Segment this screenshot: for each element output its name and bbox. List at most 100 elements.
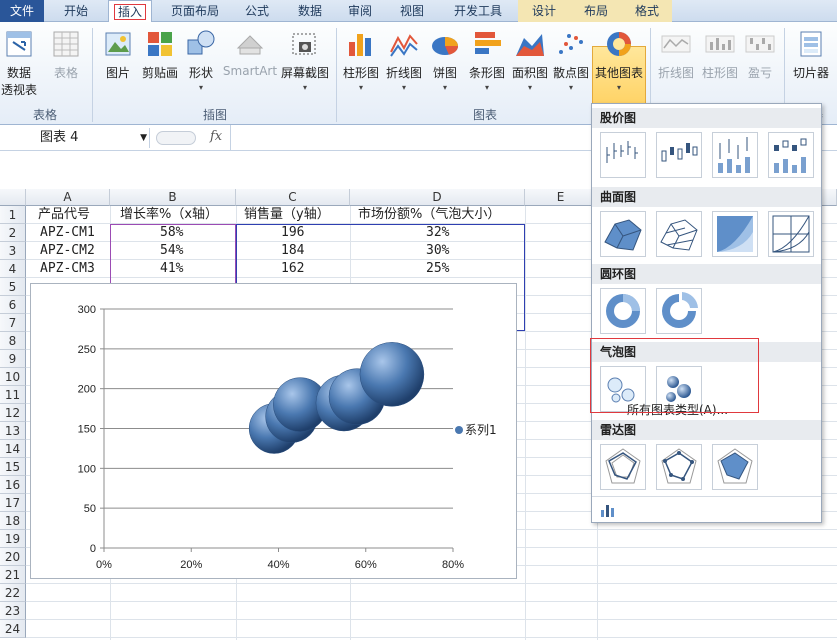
row-header-2[interactable]: 2 <box>0 224 26 242</box>
row-header-23[interactable]: 23 <box>0 602 26 620</box>
other-charts-button[interactable]: 其他图表 ▾ <box>592 28 646 92</box>
shapes-button[interactable]: 形状 ▾ <box>184 28 218 92</box>
surface-chart-option-4[interactable] <box>768 211 814 257</box>
tab-layout[interactable]: 布局 <box>570 0 622 22</box>
tab-file[interactable]: 文件 <box>0 0 44 22</box>
row-header-18[interactable]: 18 <box>0 512 26 530</box>
area-chart-button[interactable]: 面积图 ▾ <box>510 28 550 92</box>
tab-insert[interactable]: 插入 <box>108 0 152 23</box>
row-header-9[interactable]: 9 <box>0 350 26 368</box>
row-header-7[interactable]: 7 <box>0 314 26 332</box>
surface-3d-icon <box>604 219 642 251</box>
smartart-button[interactable]: SmartArt <box>222 28 278 78</box>
row-header-22[interactable]: 22 <box>0 584 26 602</box>
tab-review[interactable]: 审阅 <box>338 0 382 22</box>
row-header-6[interactable]: 6 <box>0 296 26 314</box>
slicer-button[interactable]: 切片器 <box>788 28 834 81</box>
row-header-5[interactable]: 5 <box>0 278 26 296</box>
chevron-down-icon: ▾ <box>401 83 406 92</box>
header-product-code[interactable]: 产品代号 <box>38 206 90 224</box>
screenshot-button[interactable]: 屏幕截图 ▾ <box>280 28 330 92</box>
column-chart-button[interactable]: 柱形图 ▾ <box>340 28 382 92</box>
row-header-17[interactable]: 17 <box>0 494 26 512</box>
row-header-8[interactable]: 8 <box>0 332 26 350</box>
row-header-15[interactable]: 15 <box>0 458 26 476</box>
picture-label: 图片 <box>105 66 130 80</box>
sparkline-winloss-button[interactable]: 盈亏 <box>742 28 778 81</box>
row-header-4[interactable]: 4 <box>0 260 26 278</box>
radar-chart-option-3[interactable] <box>712 444 758 490</box>
pie-chart-button[interactable]: 饼图 ▾ <box>428 28 462 92</box>
row-header-20[interactable]: 20 <box>0 548 26 566</box>
column-chart-icon <box>349 34 371 56</box>
radar-chart-option-2[interactable] <box>656 444 702 490</box>
row-header-19[interactable]: 19 <box>0 530 26 548</box>
header-market-share[interactable]: 市场份额%（气泡大小） <box>358 206 500 224</box>
row-header-12[interactable]: 12 <box>0 404 26 422</box>
row-header-16[interactable]: 16 <box>0 476 26 494</box>
popup-divider <box>592 496 821 497</box>
formula-collapse-handle[interactable] <box>156 131 196 145</box>
stock-chart-option-1[interactable] <box>600 132 646 178</box>
surface-chart-option-3[interactable] <box>712 211 758 257</box>
contour-wireframe-icon <box>772 215 810 253</box>
column-header-a[interactable]: A <box>26 189 110 206</box>
row-header-14[interactable]: 14 <box>0 440 26 458</box>
column-header-c[interactable]: C <box>236 189 350 206</box>
tab-view[interactable]: 视图 <box>386 0 438 22</box>
tab-home[interactable]: 开始 <box>50 0 102 22</box>
cell-a4[interactable]: APZ-CM3 <box>40 260 95 278</box>
clipart-button[interactable]: 剪贴画 <box>139 28 181 81</box>
radar-chart-option-1[interactable] <box>600 444 646 490</box>
shapes-icon <box>187 30 215 55</box>
section-stock: 股价图 <box>592 108 821 128</box>
stock-chart-option-4[interactable] <box>768 132 814 178</box>
pivot-table-button[interactable]: 数据 透视表 <box>0 28 38 98</box>
row-header-13[interactable]: 13 <box>0 422 26 440</box>
sparkline-column-button[interactable]: 柱形图 <box>698 28 742 81</box>
name-box[interactable]: 图表 4 ▼ <box>0 128 150 148</box>
stock-hlc-icon <box>606 141 638 163</box>
tab-page-layout[interactable]: 页面布局 <box>160 0 230 22</box>
stock-chart-option-3[interactable] <box>712 132 758 178</box>
row-header-10[interactable]: 10 <box>0 368 26 386</box>
row-header-1[interactable]: 1 <box>0 206 26 224</box>
row-header-3[interactable]: 3 <box>0 242 26 260</box>
surface-chart-option-2[interactable] <box>656 211 702 257</box>
scatter-chart-icon <box>559 34 583 54</box>
tab-design[interactable]: 设计 <box>518 0 570 22</box>
pie-chart-label: 饼图 <box>432 66 457 80</box>
column-header-b[interactable]: B <box>110 189 236 206</box>
group-separator <box>336 28 337 122</box>
fx-icon[interactable]: fx <box>210 129 222 144</box>
cell-a2[interactable]: APZ-CM1 <box>40 224 95 242</box>
doughnut-chart-option-1[interactable] <box>600 288 646 334</box>
picture-button[interactable]: 图片 <box>98 28 138 81</box>
header-growth-rate[interactable]: 增长率%（x轴） <box>120 206 218 224</box>
header-sales[interactable]: 销售量（y轴） <box>244 206 330 224</box>
sparkline-column-label: 柱形图 <box>701 66 738 80</box>
tab-format[interactable]: 格式 <box>622 0 672 22</box>
doughnut-icon <box>606 294 640 328</box>
line-chart-button[interactable]: 折线图 ▾ <box>383 28 425 92</box>
bar-chart-button[interactable]: 条形图 ▾ <box>466 28 508 92</box>
chevron-down-icon[interactable]: ▼ <box>140 128 147 148</box>
tab-developer[interactable]: 开发工具 <box>444 0 512 22</box>
stock-chart-option-2[interactable] <box>656 132 702 178</box>
row-header-11[interactable]: 11 <box>0 386 26 404</box>
tab-data[interactable]: 数据 <box>284 0 336 22</box>
tab-formulas[interactable]: 公式 <box>232 0 282 22</box>
row-header-24[interactable]: 24 <box>0 620 26 638</box>
sparkline-line-button[interactable]: 折线图 <box>654 28 698 81</box>
column-header-d[interactable]: D <box>350 189 525 206</box>
cell-a3[interactable]: APZ-CM2 <box>40 242 95 260</box>
doughnut-chart-option-2[interactable] <box>656 288 702 334</box>
table-button[interactable]: 表格 <box>46 28 86 81</box>
other-charts-label: 其他图表 <box>594 66 643 80</box>
scatter-chart-button[interactable]: 散点图 ▾ <box>552 28 590 92</box>
row-header-21[interactable]: 21 <box>0 566 26 584</box>
bubble-chart[interactable]: 0 50 100 150 200 250 300 0% 20% 40% 60% 80% 系列1 <box>30 283 517 579</box>
column-header-e[interactable]: E <box>525 189 597 206</box>
surface-chart-option-1[interactable] <box>600 211 646 257</box>
select-all-corner[interactable] <box>0 189 26 206</box>
